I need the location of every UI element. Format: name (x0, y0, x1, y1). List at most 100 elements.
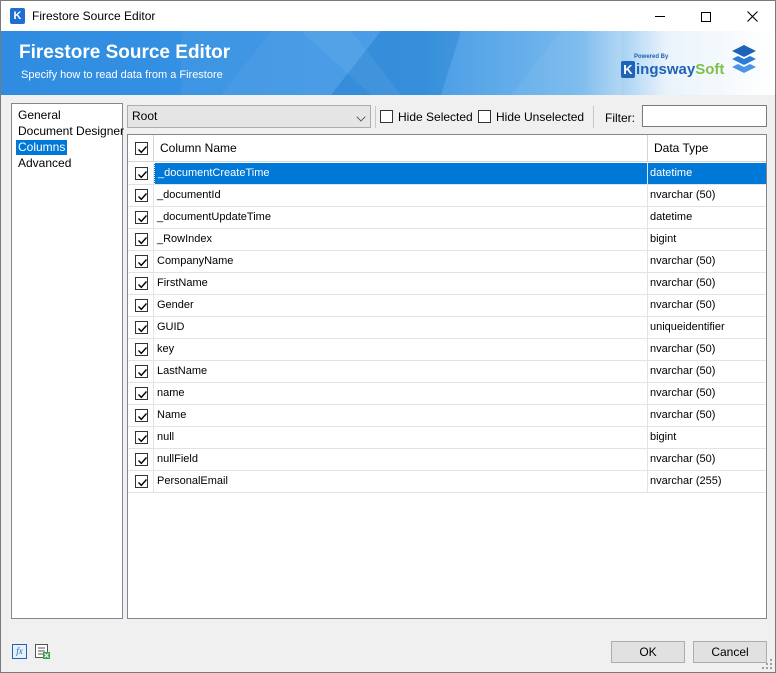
row-checkbox-cell (128, 427, 154, 448)
row-checkbox-cell (128, 339, 154, 360)
column-name-cell[interactable]: CompanyName (154, 251, 648, 272)
checkmark-icon (138, 237, 148, 245)
hide-unselected-checkbox[interactable] (478, 110, 491, 124)
column-name-cell[interactable]: key (154, 339, 648, 360)
minimize-button[interactable] (637, 1, 683, 31)
ok-button[interactable]: OK (611, 641, 685, 663)
maximize-icon (701, 11, 711, 22)
nav-item-document-designer[interactable]: Document Designer (16, 124, 126, 139)
data-type-cell[interactable]: nvarchar (50) (648, 295, 766, 316)
powered-by-label: Powered By (634, 54, 669, 60)
data-type-cell[interactable]: bigint (648, 427, 766, 448)
row-checkbox[interactable] (135, 255, 148, 268)
data-type-cell[interactable]: uniqueidentifier (648, 317, 766, 338)
row-checkbox[interactable] (135, 343, 148, 356)
column-name-cell[interactable]: FirstName (154, 273, 648, 294)
column-name-cell[interactable]: PersonalEmail (154, 471, 648, 492)
table-row[interactable]: PersonalEmail nvarchar (255) (128, 471, 766, 493)
column-name-cell[interactable]: name (154, 383, 648, 404)
row-checkbox-cell (128, 383, 154, 404)
row-checkbox[interactable] (135, 431, 148, 444)
column-name-cell[interactable]: Name (154, 405, 648, 426)
data-type-cell[interactable]: nvarchar (50) (648, 361, 766, 382)
resize-grip-icon[interactable] (761, 658, 773, 670)
column-name-cell[interactable]: Gender (154, 295, 648, 316)
hide-selected-label: Hide Selected (398, 109, 473, 124)
data-type-cell[interactable]: nvarchar (50) (648, 405, 766, 426)
column-name-cell[interactable]: _documentId (154, 185, 648, 206)
data-type-header[interactable]: Data Type (648, 135, 766, 162)
table-row[interactable]: CompanyName nvarchar (50) (128, 251, 766, 273)
data-type-cell[interactable]: nvarchar (50) (648, 273, 766, 294)
hide-selected-checkbox[interactable] (380, 110, 393, 124)
column-name-cell[interactable]: _documentUpdateTime (154, 207, 648, 228)
nav-item-advanced[interactable]: Advanced (16, 156, 73, 171)
data-type-cell[interactable]: nvarchar (50) (648, 339, 766, 360)
close-button[interactable] (729, 1, 775, 31)
hide-unselected-label: Hide Unselected (496, 109, 585, 124)
data-type-cell[interactable]: datetime (648, 163, 766, 184)
table-row[interactable]: LastName nvarchar (50) (128, 361, 766, 383)
data-type-cell[interactable]: nvarchar (255) (648, 471, 766, 492)
checkmark-icon (138, 146, 148, 154)
row-checkbox[interactable] (135, 211, 148, 224)
column-name-cell[interactable]: _documentCreateTime (154, 163, 648, 184)
checkmark-icon (138, 347, 148, 355)
column-name-cell[interactable]: _RowIndex (154, 229, 648, 250)
column-name-cell[interactable]: GUID (154, 317, 648, 338)
data-type-cell[interactable]: nvarchar (50) (648, 251, 766, 272)
checkmark-icon (138, 193, 148, 201)
row-checkbox[interactable] (135, 453, 148, 466)
table-row[interactable]: name nvarchar (50) (128, 383, 766, 405)
row-checkbox[interactable] (135, 387, 148, 400)
table-row[interactable]: _documentId nvarchar (50) (128, 185, 766, 207)
header-banner: Firestore Source Editor Specify how to r… (1, 31, 775, 95)
row-checkbox-cell (128, 449, 154, 470)
column-name-header[interactable]: Column Name (154, 135, 648, 162)
select-all-checkbox[interactable] (135, 142, 148, 155)
table-row[interactable]: nullField nvarchar (50) (128, 449, 766, 471)
document-path-select[interactable]: Root (127, 105, 371, 128)
column-name-cell[interactable]: nullField (154, 449, 648, 470)
hide-selected-toggle[interactable]: Hide Selected (380, 109, 473, 125)
hide-unselected-toggle[interactable]: Hide Unselected (478, 109, 584, 125)
checkmark-icon (138, 215, 148, 223)
table-row[interactable]: _RowIndex bigint (128, 229, 766, 251)
row-checkbox[interactable] (135, 277, 148, 290)
row-checkbox[interactable] (135, 299, 148, 312)
table-row[interactable]: _documentCreateTime datetime (128, 163, 766, 185)
column-name-cell[interactable]: null (154, 427, 648, 448)
row-checkbox[interactable] (135, 233, 148, 246)
columns-grid: Column Name Data Type _documentCreateTim… (127, 134, 767, 619)
row-checkbox[interactable] (135, 409, 148, 422)
table-row[interactable]: Gender nvarchar (50) (128, 295, 766, 317)
row-checkbox[interactable] (135, 365, 148, 378)
data-type-cell[interactable]: datetime (648, 207, 766, 228)
checkmark-icon (138, 413, 148, 421)
data-type-cell[interactable]: nvarchar (50) (648, 449, 766, 470)
filter-input[interactable] (642, 105, 767, 127)
table-row[interactable]: _documentUpdateTime datetime (128, 207, 766, 229)
table-row[interactable]: null bigint (128, 427, 766, 449)
expression-icon[interactable]: fx (12, 644, 27, 659)
row-checkbox-cell (128, 405, 154, 426)
table-row[interactable]: FirstName nvarchar (50) (128, 273, 766, 295)
row-checkbox[interactable] (135, 189, 148, 202)
row-checkbox[interactable] (135, 321, 148, 334)
row-checkbox[interactable] (135, 475, 148, 488)
column-name-cell[interactable]: LastName (154, 361, 648, 382)
data-type-cell[interactable]: nvarchar (50) (648, 383, 766, 404)
data-type-cell[interactable]: nvarchar (50) (648, 185, 766, 206)
table-row[interactable]: Name nvarchar (50) (128, 405, 766, 427)
maximize-button[interactable] (683, 1, 729, 31)
row-checkbox[interactable] (135, 167, 148, 180)
table-row[interactable]: key nvarchar (50) (128, 339, 766, 361)
nav-item-general[interactable]: General (16, 108, 63, 123)
minimize-icon (655, 16, 665, 18)
variables-icon[interactable] (35, 644, 50, 659)
cancel-button[interactable]: Cancel (693, 641, 767, 663)
nav-item-columns[interactable]: Columns (16, 140, 68, 155)
data-type-cell[interactable]: bigint (648, 229, 766, 250)
page-navigation: General Document Designer Columns Advanc… (11, 103, 126, 619)
table-row[interactable]: GUID uniqueidentifier (128, 317, 766, 339)
